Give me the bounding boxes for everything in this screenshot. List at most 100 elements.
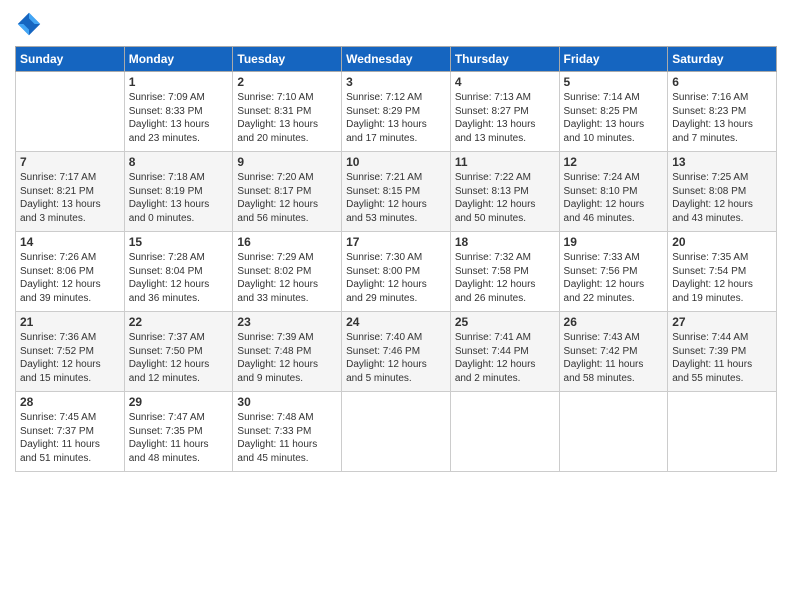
calendar-cell: 19 Sunrise: 7:33 AM Sunset: 7:56 PM Dayli… bbox=[559, 232, 668, 312]
week-row-1: 7Sunrise: 7:17 AM Sunset: 8:21 PM Daylig… bbox=[16, 152, 777, 232]
week-row-2: 14 Sunrise: 7:26 AM Sunset: 8:06 PM Dayli… bbox=[16, 232, 777, 312]
cell-text: Sunrise: 7:25 AM Sunset: 8:08 PM Dayligh… bbox=[672, 171, 772, 225]
calendar-header: SundayMondayTuesdayWednesdayThursdayFrid… bbox=[16, 47, 777, 72]
day-number: 13 bbox=[672, 155, 772, 169]
calendar-cell: 8 Sunrise: 7:18 AM Sunset: 8:19 PM Daylig… bbox=[124, 152, 233, 232]
cell-text: Sunrise: 7:10 AM Sunset: 8:31 PM Dayligh… bbox=[237, 91, 337, 145]
calendar-cell: 13 Sunrise: 7:25 AM Sunset: 8:08 PM Dayli… bbox=[668, 152, 777, 232]
week-row-0: 1 Sunrise: 7:09 AM Sunset: 8:33 PM Daylig… bbox=[16, 72, 777, 152]
day-number: 7 bbox=[20, 155, 120, 169]
cell-text: Sunrise: 7:13 AM Sunset: 8:27 PM Dayligh… bbox=[455, 91, 555, 145]
calendar-cell: 6 Sunrise: 7:16 AM Sunset: 8:23 PM Daylig… bbox=[668, 72, 777, 152]
cell-text: Sunrise: 7:14 AM Sunset: 8:25 PM Dayligh… bbox=[564, 91, 664, 145]
cell-text: Sunrise: 7:45 AM Sunset: 7:37 PM Dayligh… bbox=[20, 411, 120, 465]
calendar-cell: 25 Sunrise: 7:41 AM Sunset: 7:44 PM Dayli… bbox=[450, 312, 559, 392]
calendar-body: 1 Sunrise: 7:09 AM Sunset: 8:33 PM Daylig… bbox=[16, 72, 777, 472]
day-number: 9 bbox=[237, 155, 337, 169]
cell-text: Sunrise: 7:33 AM Sunset: 7:56 PM Dayligh… bbox=[564, 251, 664, 305]
cell-text: Sunrise: 7:40 AM Sunset: 7:46 PM Dayligh… bbox=[346, 331, 446, 385]
day-number: 21 bbox=[20, 315, 120, 329]
header-cell-thursday: Thursday bbox=[450, 47, 559, 72]
cell-text: Sunrise: 7:24 AM Sunset: 8:10 PM Dayligh… bbox=[564, 171, 664, 225]
cell-text: Sunrise: 7:39 AM Sunset: 7:48 PM Dayligh… bbox=[237, 331, 337, 385]
header-cell-saturday: Saturday bbox=[668, 47, 777, 72]
week-row-4: 28Sunrise: 7:45 AM Sunset: 7:37 PM Dayli… bbox=[16, 392, 777, 472]
cell-text: Sunrise: 7:28 AM Sunset: 8:04 PM Dayligh… bbox=[129, 251, 229, 305]
calendar-cell: 20Sunrise: 7:35 AM Sunset: 7:54 PM Dayli… bbox=[668, 232, 777, 312]
day-number: 16 bbox=[237, 235, 337, 249]
calendar-cell: 9 Sunrise: 7:20 AM Sunset: 8:17 PM Daylig… bbox=[233, 152, 342, 232]
calendar-cell: 23 Sunrise: 7:39 AM Sunset: 7:48 PM Dayli… bbox=[233, 312, 342, 392]
cell-text: Sunrise: 7:09 AM Sunset: 8:33 PM Dayligh… bbox=[129, 91, 229, 145]
calendar-cell bbox=[559, 392, 668, 472]
calendar-cell: 14 Sunrise: 7:26 AM Sunset: 8:06 PM Dayli… bbox=[16, 232, 125, 312]
cell-text: Sunrise: 7:22 AM Sunset: 8:13 PM Dayligh… bbox=[455, 171, 555, 225]
day-number: 27 bbox=[672, 315, 772, 329]
cell-text: Sunrise: 7:18 AM Sunset: 8:19 PM Dayligh… bbox=[129, 171, 229, 225]
cell-text: Sunrise: 7:43 AM Sunset: 7:42 PM Dayligh… bbox=[564, 331, 664, 385]
cell-text: Sunrise: 7:29 AM Sunset: 8:02 PM Dayligh… bbox=[237, 251, 337, 305]
cell-text: Sunrise: 7:32 AM Sunset: 7:58 PM Dayligh… bbox=[455, 251, 555, 305]
calendar-cell bbox=[668, 392, 777, 472]
cell-text: Sunrise: 7:16 AM Sunset: 8:23 PM Dayligh… bbox=[672, 91, 772, 145]
header bbox=[15, 10, 777, 38]
day-number: 6 bbox=[672, 75, 772, 89]
logo bbox=[15, 10, 47, 38]
calendar-cell: 1 Sunrise: 7:09 AM Sunset: 8:33 PM Daylig… bbox=[124, 72, 233, 152]
cell-text: Sunrise: 7:41 AM Sunset: 7:44 PM Dayligh… bbox=[455, 331, 555, 385]
day-number: 29 bbox=[129, 395, 229, 409]
day-number: 14 bbox=[20, 235, 120, 249]
cell-text: Sunrise: 7:26 AM Sunset: 8:06 PM Dayligh… bbox=[20, 251, 120, 305]
header-cell-friday: Friday bbox=[559, 47, 668, 72]
header-cell-wednesday: Wednesday bbox=[342, 47, 451, 72]
cell-text: Sunrise: 7:21 AM Sunset: 8:15 PM Dayligh… bbox=[346, 171, 446, 225]
calendar-cell: 26 Sunrise: 7:43 AM Sunset: 7:42 PM Dayli… bbox=[559, 312, 668, 392]
day-number: 4 bbox=[455, 75, 555, 89]
cell-text: Sunrise: 7:36 AM Sunset: 7:52 PM Dayligh… bbox=[20, 331, 120, 385]
day-number: 8 bbox=[129, 155, 229, 169]
calendar-table: SundayMondayTuesdayWednesdayThursdayFrid… bbox=[15, 46, 777, 472]
day-number: 2 bbox=[237, 75, 337, 89]
calendar-cell: 12Sunrise: 7:24 AM Sunset: 8:10 PM Dayli… bbox=[559, 152, 668, 232]
day-number: 25 bbox=[455, 315, 555, 329]
day-number: 3 bbox=[346, 75, 446, 89]
calendar-cell: 4 Sunrise: 7:13 AM Sunset: 8:27 PM Daylig… bbox=[450, 72, 559, 152]
header-cell-monday: Monday bbox=[124, 47, 233, 72]
cell-text: Sunrise: 7:35 AM Sunset: 7:54 PM Dayligh… bbox=[672, 251, 772, 305]
calendar-cell bbox=[16, 72, 125, 152]
calendar-cell: 3 Sunrise: 7:12 AM Sunset: 8:29 PM Daylig… bbox=[342, 72, 451, 152]
calendar-cell: 11Sunrise: 7:22 AM Sunset: 8:13 PM Dayli… bbox=[450, 152, 559, 232]
calendar-cell: 2 Sunrise: 7:10 AM Sunset: 8:31 PM Daylig… bbox=[233, 72, 342, 152]
day-number: 1 bbox=[129, 75, 229, 89]
calendar-cell: 28Sunrise: 7:45 AM Sunset: 7:37 PM Dayli… bbox=[16, 392, 125, 472]
day-number: 17 bbox=[346, 235, 446, 249]
calendar-cell: 17Sunrise: 7:30 AM Sunset: 8:00 PM Dayli… bbox=[342, 232, 451, 312]
day-number: 5 bbox=[564, 75, 664, 89]
cell-text: Sunrise: 7:20 AM Sunset: 8:17 PM Dayligh… bbox=[237, 171, 337, 225]
logo-icon bbox=[15, 10, 43, 38]
day-number: 15 bbox=[129, 235, 229, 249]
day-number: 24 bbox=[346, 315, 446, 329]
day-number: 10 bbox=[346, 155, 446, 169]
calendar-cell: 22 Sunrise: 7:37 AM Sunset: 7:50 PM Dayli… bbox=[124, 312, 233, 392]
header-row: SundayMondayTuesdayWednesdayThursdayFrid… bbox=[16, 47, 777, 72]
calendar-cell: 16 Sunrise: 7:29 AM Sunset: 8:02 PM Dayli… bbox=[233, 232, 342, 312]
calendar-cell: 7Sunrise: 7:17 AM Sunset: 8:21 PM Daylig… bbox=[16, 152, 125, 232]
calendar-cell: 30Sunrise: 7:48 AM Sunset: 7:33 PM Dayli… bbox=[233, 392, 342, 472]
day-number: 30 bbox=[237, 395, 337, 409]
header-cell-tuesday: Tuesday bbox=[233, 47, 342, 72]
calendar-cell: 5 Sunrise: 7:14 AM Sunset: 8:25 PM Daylig… bbox=[559, 72, 668, 152]
cell-text: Sunrise: 7:12 AM Sunset: 8:29 PM Dayligh… bbox=[346, 91, 446, 145]
calendar-cell bbox=[342, 392, 451, 472]
calendar-cell: 29Sunrise: 7:47 AM Sunset: 7:35 PM Dayli… bbox=[124, 392, 233, 472]
day-number: 22 bbox=[129, 315, 229, 329]
calendar-cell bbox=[450, 392, 559, 472]
day-number: 23 bbox=[237, 315, 337, 329]
calendar-cell: 15 Sunrise: 7:28 AM Sunset: 8:04 PM Dayli… bbox=[124, 232, 233, 312]
day-number: 19 bbox=[564, 235, 664, 249]
day-number: 18 bbox=[455, 235, 555, 249]
cell-text: Sunrise: 7:44 AM Sunset: 7:39 PM Dayligh… bbox=[672, 331, 772, 385]
calendar-cell: 10 Sunrise: 7:21 AM Sunset: 8:15 PM Dayli… bbox=[342, 152, 451, 232]
day-number: 26 bbox=[564, 315, 664, 329]
cell-text: Sunrise: 7:37 AM Sunset: 7:50 PM Dayligh… bbox=[129, 331, 229, 385]
